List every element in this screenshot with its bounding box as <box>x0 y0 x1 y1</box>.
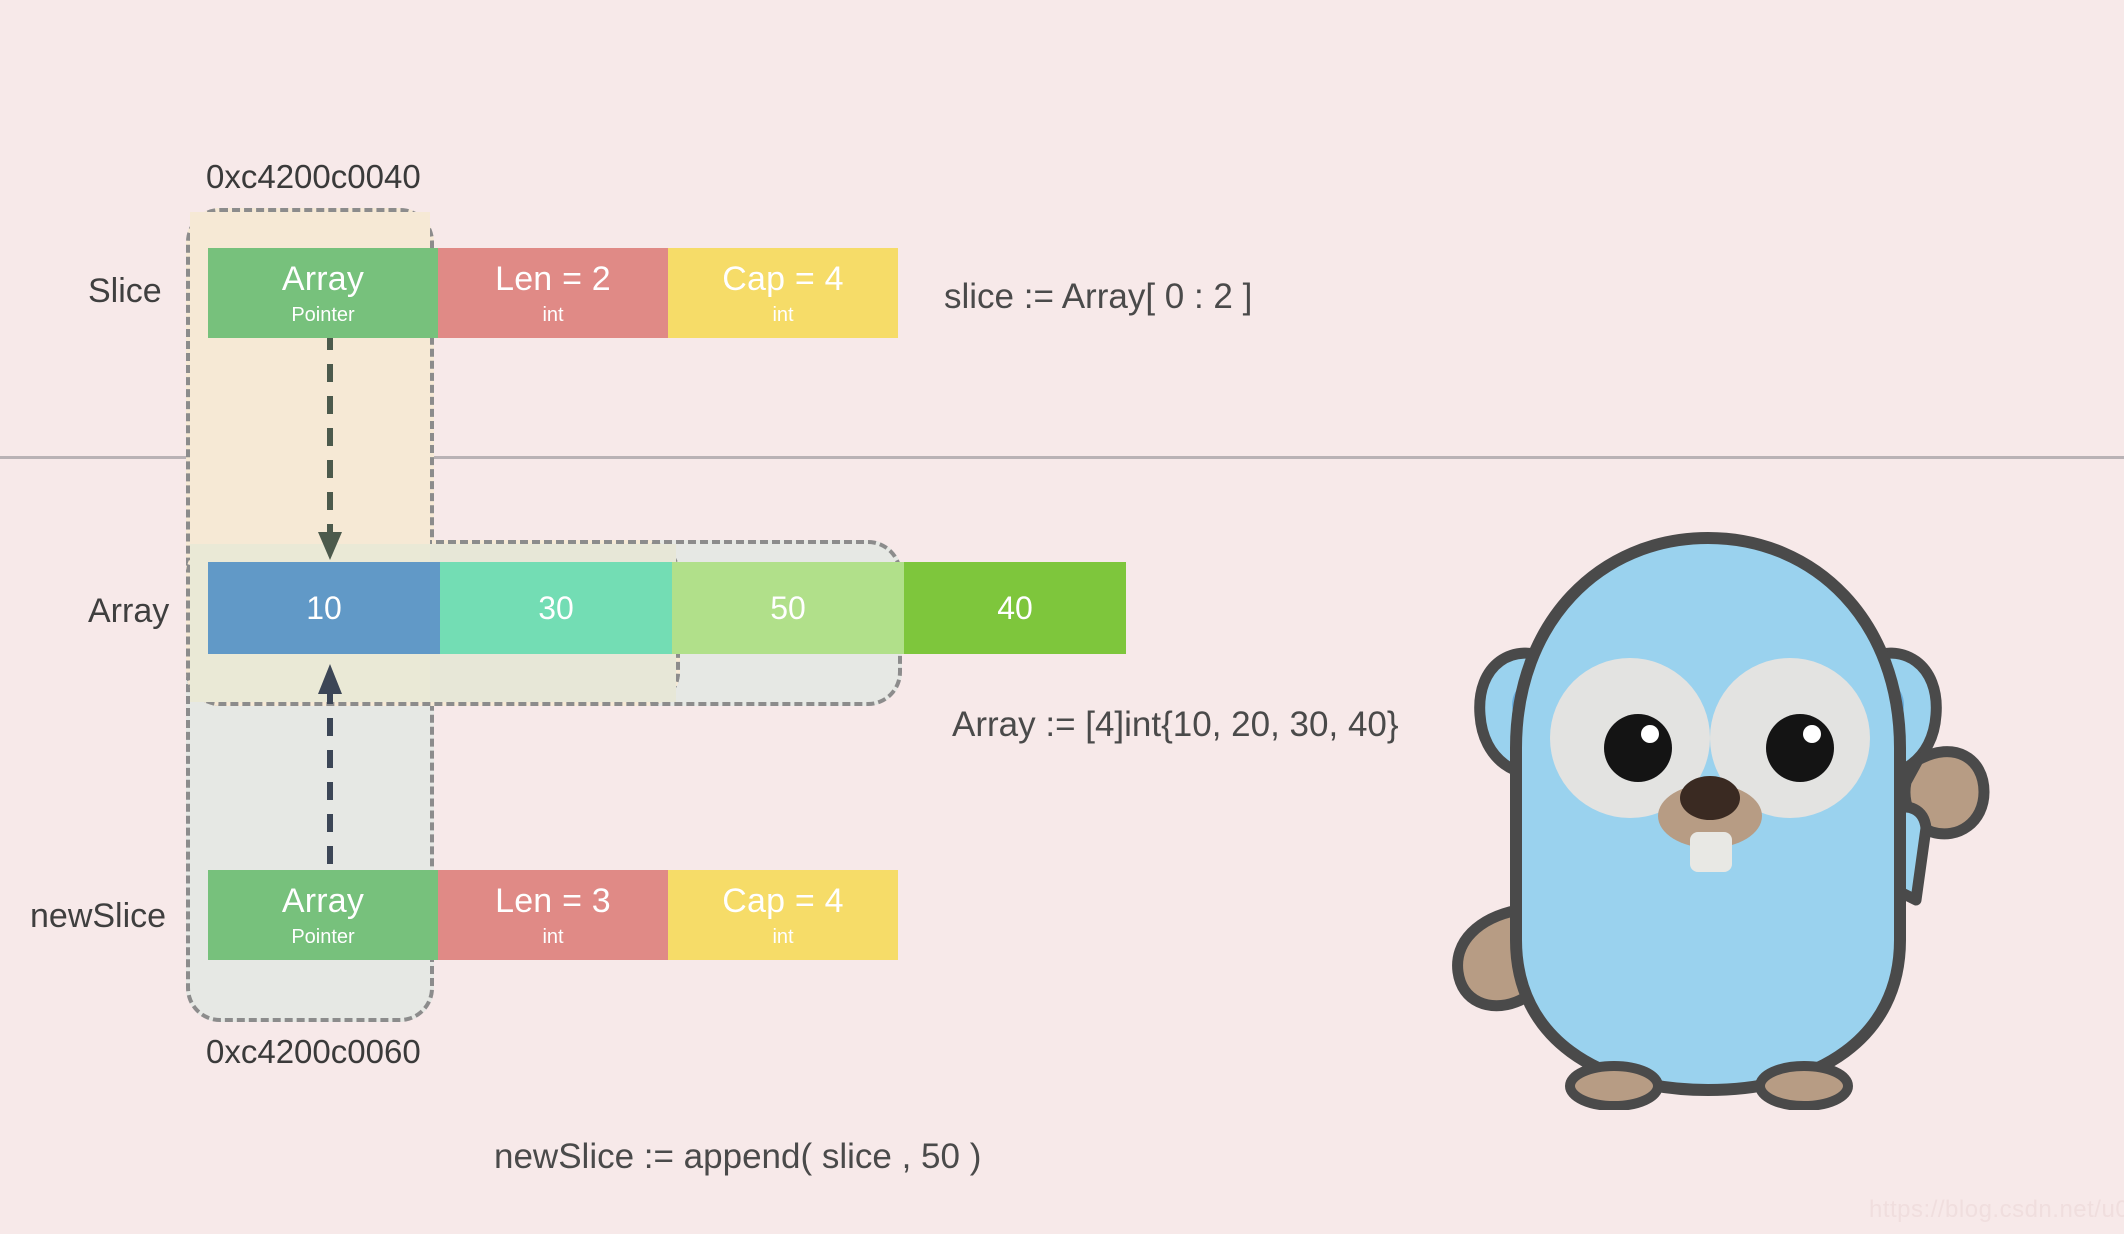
array-cell-3[interactable]: 40 <box>904 562 1126 654</box>
slice-cap-cell[interactable]: Cap = 4 int <box>668 248 898 338</box>
slice-cap-subtitle: int <box>772 303 794 326</box>
newslice-pointer-subtitle: Pointer <box>291 925 355 948</box>
array-cell-3-value: 40 <box>997 590 1033 626</box>
newslice-pointer-arrow <box>318 664 342 896</box>
slice-expression-label: slice := Array[ 0 : 2 ] <box>944 277 1253 316</box>
gopher-tooth <box>1690 832 1732 872</box>
array-cell-0-value: 10 <box>306 590 342 626</box>
slice-address-label: 0xc4200c0040 <box>206 158 421 195</box>
newslice-len-title: Len = 3 <box>495 881 611 920</box>
slice-cap-title: Cap = 4 <box>722 259 844 298</box>
gopher-pupil-right <box>1766 714 1834 782</box>
array-cell-2-value: 50 <box>770 590 806 626</box>
array-cell-2[interactable]: 50 <box>672 562 904 654</box>
slice-len-cell[interactable]: Len = 2 int <box>438 248 668 338</box>
newslice-cap-title: Cap = 4 <box>722 881 844 920</box>
diagram-canvas: 0xc4200c0040 Slice Array Pointer Len = 2… <box>0 0 2124 1234</box>
newslice-cap-subtitle: int <box>772 925 794 948</box>
gopher-foot-right <box>1755 1061 1853 1110</box>
newslice-pointer-title: Array <box>281 881 365 920</box>
gopher-pupil-left <box>1604 714 1672 782</box>
slice-len-subtitle: int <box>542 303 564 326</box>
array-cell-0[interactable]: 10 <box>208 562 440 654</box>
newslice-row-label: newSlice <box>30 897 167 935</box>
newslice-len-cell[interactable]: Len = 3 int <box>438 870 668 960</box>
slice-len-title: Len = 2 <box>495 259 611 298</box>
array-cell-1-value: 30 <box>538 590 574 626</box>
newslice-array-pointer-cell[interactable]: Array Pointer <box>208 870 438 960</box>
slice-pointer-subtitle: Pointer <box>291 303 355 326</box>
slice-pointer-title: Array <box>281 259 365 298</box>
go-gopher-mascot <box>1452 532 1990 1110</box>
gopher-eye-glint-right <box>1803 725 1821 743</box>
slice-array-pointer-cell[interactable]: Array Pointer <box>208 248 438 338</box>
newslice-expression-label: newSlice := append( slice , 50 ) <box>494 1137 982 1176</box>
array-expression-label: Array := [4]int{10, 20, 30, 40} <box>952 705 1399 744</box>
source-watermark: https://blog.csdn.net/u010853261 <box>1869 1196 2124 1223</box>
gopher-foot-left <box>1565 1061 1663 1110</box>
array-row-label: Array <box>88 592 170 630</box>
newslice-address-label: 0xc4200c0060 <box>206 1033 421 1070</box>
slice-pointer-arrow <box>318 332 342 560</box>
gopher-nose <box>1680 776 1740 820</box>
newslice-cap-cell[interactable]: Cap = 4 int <box>668 870 898 960</box>
array-cell-1[interactable]: 30 <box>440 562 672 654</box>
newslice-len-subtitle: int <box>542 925 564 948</box>
gopher-eye-glint-left <box>1641 725 1659 743</box>
slice-row-label: Slice <box>88 272 162 310</box>
